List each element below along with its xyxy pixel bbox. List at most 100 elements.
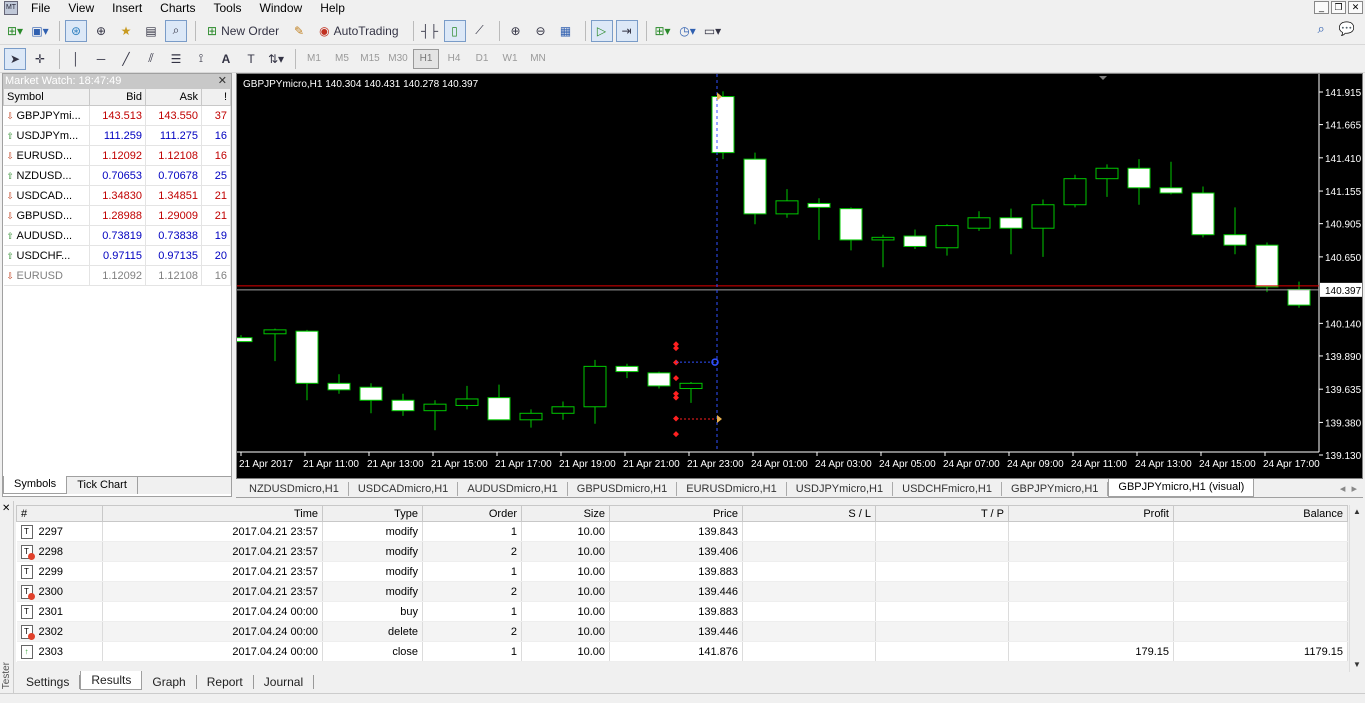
tab-scroll-left-icon[interactable]: ◂ — [1340, 483, 1346, 495]
chart-shift-button[interactable]: ⇥ — [615, 19, 638, 42]
table-row[interactable]: T 2300 2017.04.21 23:57 modify 2 10.00 139.446 — [16, 581, 1348, 602]
col-sl[interactable]: S / L — [742, 505, 876, 522]
fibonacci-fan-button[interactable]: ⟟ — [190, 48, 212, 70]
text-button[interactable]: A — [215, 48, 237, 70]
timeframe-w1[interactable]: W1 — [497, 49, 523, 69]
market-watch-row[interactable]: ⇩ USDCAD... 1.34830 1.34851 21 — [3, 185, 231, 206]
profiles-button[interactable]: ▣▾ — [29, 20, 51, 42]
candlestick-button[interactable]: ▯ — [443, 19, 466, 42]
scroll-up-icon[interactable]: ▲ — [1350, 505, 1364, 519]
close-window-icon[interactable]: ✕ — [1348, 1, 1363, 14]
zoom-out-button[interactable]: ⊖ — [530, 20, 552, 42]
table-row[interactable]: T 2301 2017.04.24 00:00 buy 1 10.00 139.883 — [16, 601, 1348, 622]
tester-close-icon[interactable]: ✕ — [2, 503, 10, 514]
templates-button[interactable]: ▭▾ — [702, 20, 724, 42]
fibonacci-button[interactable]: ☰ — [165, 48, 187, 70]
scroll-down-icon[interactable]: ▼ — [1350, 658, 1364, 672]
table-row[interactable]: T 2302 2017.04.24 00:00 delete 2 10.00 139.446 — [16, 621, 1348, 642]
tab-scroll-right-icon[interactable]: ▸ — [1351, 483, 1357, 495]
chart-tab-usdjpy[interactable]: USDJPYmicro,H1 — [787, 481, 894, 496]
tab-report[interactable]: Report — [197, 674, 254, 689]
timeframe-d1[interactable]: D1 — [469, 49, 495, 69]
menu-view[interactable]: View — [59, 0, 103, 16]
new-order-button[interactable]: ⊞ New Order — [201, 20, 285, 42]
col-type[interactable]: Type — [322, 505, 423, 522]
market-watch-button[interactable]: ⊛ — [65, 19, 87, 42]
col-bid[interactable]: Bid — [89, 88, 146, 106]
candlestick-chart[interactable]: 141.915 141.665 141.410 141.155 140.905 140.6… — [237, 74, 1362, 478]
timeframe-m30[interactable]: M30 — [385, 49, 411, 69]
chart-tab-eurusd[interactable]: EURUSDmicro,H1 — [677, 481, 787, 496]
timeframe-mn[interactable]: MN — [525, 49, 551, 69]
minimize-icon[interactable]: _ — [1314, 1, 1329, 14]
text-label-button[interactable]: T — [240, 48, 262, 70]
market-watch-row[interactable]: ⇧ USDJPYm... 111.259 111.275 16 — [3, 125, 231, 146]
market-watch-row[interactable]: ⇧ USDCHF... 0.97115 0.97135 20 — [3, 245, 231, 266]
menu-charts[interactable]: Charts — [151, 0, 204, 16]
tab-journal[interactable]: Journal — [254, 674, 315, 689]
crosshair-button[interactable]: ✛ — [29, 48, 51, 70]
col-ask[interactable]: Ask — [145, 88, 202, 106]
chart-window[interactable]: 141.915 141.665 141.410 141.155 140.905 140.6… — [236, 73, 1363, 479]
col-profit[interactable]: Profit — [1008, 505, 1174, 522]
menu-window[interactable]: Window — [251, 0, 312, 16]
close-icon[interactable]: ✕ — [218, 74, 227, 88]
auto-scroll-button[interactable]: ▷ — [590, 19, 613, 42]
timeframe-m5[interactable]: M5 — [329, 49, 355, 69]
tab-graph[interactable]: Graph — [142, 674, 197, 689]
chart-tab-gbpjpy-visual[interactable]: GBPJPYmicro,H1 (visual) — [1108, 478, 1255, 497]
menu-help[interactable]: Help — [311, 0, 354, 16]
line-chart-button[interactable]: ⟋ — [469, 20, 491, 42]
restore-icon[interactable]: ❐ — [1331, 1, 1346, 14]
trendline-button[interactable]: ╱ — [115, 48, 137, 70]
table-row[interactable]: T 2298 2017.04.21 23:57 modify 2 10.00 139.406 — [16, 541, 1348, 562]
equidistant-channel-button[interactable]: ⫽ — [140, 48, 162, 70]
col-id[interactable]: # — [16, 505, 103, 522]
col-symbol[interactable]: Symbol — [3, 88, 90, 106]
table-row[interactable]: T 2297 2017.04.21 23:57 modify 1 10.00 139.843 — [16, 521, 1348, 542]
col-price[interactable]: Price — [609, 505, 743, 522]
chat-icon[interactable]: 💬 — [1339, 21, 1355, 37]
timeframe-h1[interactable]: H1 — [413, 48, 439, 69]
table-row[interactable]: T 2299 2017.04.21 23:57 modify 1 10.00 139.883 — [16, 561, 1348, 582]
cursor-button[interactable]: ➤ — [4, 47, 26, 70]
chart-tab-audusd[interactable]: AUDUSDmicro,H1 — [458, 481, 568, 496]
timeframe-m15[interactable]: M15 — [357, 49, 383, 69]
horizontal-line-button[interactable]: ─ — [90, 48, 112, 70]
market-watch-row[interactable]: ⇧ NZDUSD... 0.70653 0.70678 25 — [3, 165, 231, 186]
chart-tab-usdchf[interactable]: USDCHFmicro,H1 — [893, 481, 1002, 496]
terminal-button[interactable]: ▤ — [140, 20, 162, 42]
periods-button[interactable]: ◷▾ — [677, 20, 699, 42]
strategy-tester-button[interactable]: ⌕ — [165, 19, 187, 42]
col-spread[interactable]: ! — [201, 88, 231, 106]
results-scrollbar[interactable]: ▲ ▼ — [1349, 505, 1363, 672]
search-icon[interactable]: ⌕ — [1318, 21, 1325, 37]
bar-chart-button[interactable]: ┤├ — [419, 20, 441, 42]
menu-tools[interactable]: Tools — [205, 0, 251, 16]
chart-tab-usdcad[interactable]: USDCADmicro,H1 — [349, 481, 459, 496]
tab-symbols[interactable]: Symbols — [3, 476, 68, 494]
vertical-line-button[interactable]: │ — [65, 48, 87, 70]
col-size[interactable]: Size — [521, 505, 610, 522]
tab-tick-chart[interactable]: Tick Chart — [67, 477, 138, 494]
timeframe-m1[interactable]: M1 — [301, 49, 327, 69]
market-watch-row[interactable]: ⇩ GBPJPYmi... 143.513 143.550 37 — [3, 105, 231, 126]
arrows-button[interactable]: ⇅▾ — [265, 48, 287, 70]
table-row[interactable]: ↑ 2303 2017.04.24 00:00 close 1 10.00 141.876 1… — [16, 641, 1348, 662]
app-icon[interactable]: MT — [4, 1, 18, 15]
menu-insert[interactable]: Insert — [103, 0, 151, 16]
col-balance[interactable]: Balance — [1173, 505, 1348, 522]
chart-tab-nzdusd[interactable]: NZDUSDmicro,H1 — [240, 481, 349, 496]
timeframe-h4[interactable]: H4 — [441, 49, 467, 69]
tab-results[interactable]: Results — [80, 670, 143, 690]
market-watch-row[interactable]: ⇩ EURUSD 1.12092 1.12108 16 — [3, 265, 231, 286]
col-order[interactable]: Order — [422, 505, 522, 522]
data-window-button[interactable]: ⊕ — [90, 20, 112, 42]
autotrading-button[interactable]: ◉ AutoTrading — [313, 20, 404, 42]
chart-tab-gbpjpy[interactable]: GBPJPYmicro,H1 — [1002, 481, 1109, 496]
tile-windows-button[interactable]: ▦ — [555, 20, 577, 42]
zoom-in-button[interactable]: ⊕ — [505, 20, 527, 42]
col-tp[interactable]: T / P — [875, 505, 1009, 522]
navigator-button[interactable]: ★ — [115, 20, 137, 42]
new-chart-button[interactable]: ⊞▾ — [4, 20, 26, 42]
